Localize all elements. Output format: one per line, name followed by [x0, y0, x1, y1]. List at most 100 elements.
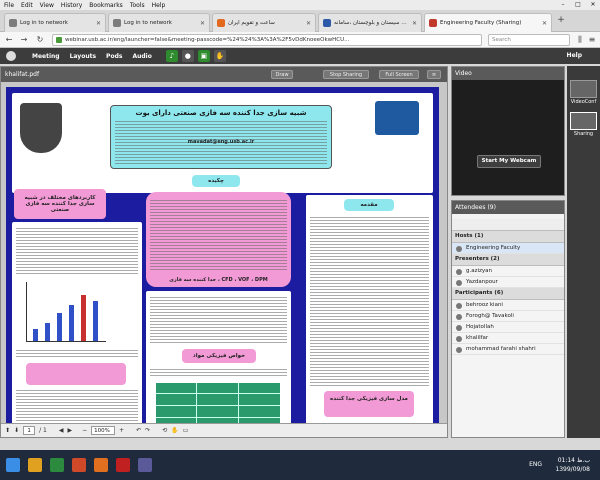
attendee-participant[interactable]: Hojatollah: [452, 322, 564, 333]
tab-label: ساعت و تقویم ایران: [228, 20, 275, 26]
hand-tool-icon[interactable]: ✋: [171, 427, 178, 434]
results-heading-box: خواص فیزیکی مواد: [182, 349, 256, 363]
poster-email: mavadat@eng.usb.ac.ir: [187, 139, 255, 145]
attendee-participant[interactable]: Forogh@ Tavakoli: [452, 311, 564, 322]
maximize-icon[interactable]: □: [571, 0, 585, 10]
menu-tools[interactable]: Tools: [130, 2, 145, 9]
globe-icon: [9, 19, 17, 27]
new-tab-plus-icon[interactable]: +: [555, 14, 567, 26]
windows-start-icon[interactable]: [6, 458, 20, 472]
file-explorer-icon[interactable]: [28, 458, 42, 472]
attendee-participant[interactable]: mohammad farahi shahri: [452, 344, 564, 355]
menu-layouts[interactable]: Layouts: [70, 53, 96, 60]
windows-taskbar: ENG 01:14 ب.ظ 1399/09/08: [0, 450, 600, 480]
fit-width-icon[interactable]: ◀: [59, 427, 64, 434]
menu-pods[interactable]: Pods: [106, 53, 122, 60]
intro-heading: مقدمه: [360, 202, 378, 208]
tab-strip: Log in to network ✕ Log in to network ✕ …: [0, 10, 600, 32]
clock-date: 1399/09/08: [555, 466, 590, 473]
menu-audio[interactable]: Audio: [132, 53, 151, 60]
layout-sharing[interactable]: Sharing: [569, 112, 598, 137]
calendar-icon: [217, 19, 225, 27]
select-tool-icon[interactable]: ▭: [183, 427, 189, 434]
next-page-icon[interactable]: ⬇: [14, 427, 19, 434]
tab-close-icon[interactable]: ✕: [200, 20, 205, 27]
full-screen-button[interactable]: Full Screen: [379, 70, 419, 79]
attendee-name: khalilfar: [466, 335, 489, 341]
address-bar[interactable]: webinar.usb.ac.ir/eng/launcher=false&mee…: [52, 34, 482, 46]
middle-column: خواص فیزیکی مواد: [146, 291, 291, 431]
app-icon[interactable]: [72, 458, 86, 472]
fit-page-icon[interactable]: ▶: [67, 427, 72, 434]
window-close-icon[interactable]: ✕: [586, 0, 600, 10]
adobe-icon[interactable]: [116, 458, 130, 472]
draw-button[interactable]: Draw: [271, 70, 293, 79]
app-icon[interactable]: [138, 458, 152, 472]
person-icon: [456, 325, 462, 331]
menu-meeting[interactable]: Meeting: [32, 53, 60, 60]
hosts-group-header[interactable]: Hosts (1): [452, 231, 564, 243]
page-number-input[interactable]: 1: [23, 426, 36, 435]
tab-close-icon[interactable]: ✕: [542, 20, 547, 27]
undo-icon[interactable]: ↶: [136, 427, 141, 434]
minimize-icon[interactable]: –: [556, 0, 570, 10]
webcam-icon[interactable]: ▣: [197, 50, 210, 62]
stop-sharing-button[interactable]: Stop Sharing: [323, 70, 369, 79]
chart-bar: [69, 305, 74, 341]
attendee-host[interactable]: Engineering Faculty: [452, 243, 564, 254]
keywords: CFD ، VOF ، DPM ، جدا کننده سه فازی: [169, 277, 268, 283]
tab-close-icon[interactable]: ✕: [306, 20, 311, 27]
back-arrow-icon[interactable]: ←: [3, 34, 15, 46]
reload-icon[interactable]: ↻: [34, 34, 46, 46]
menu-edit[interactable]: Edit: [21, 2, 33, 9]
tab-engineering-sharing[interactable]: Engineering Faculty (Sharing) ✕: [424, 13, 552, 32]
firefox-icon[interactable]: [94, 458, 108, 472]
microphone-icon[interactable]: ●: [181, 50, 194, 62]
app-icon[interactable]: [50, 458, 64, 472]
menu-history[interactable]: History: [61, 2, 82, 9]
chart-bar: [45, 323, 50, 341]
redo-icon[interactable]: ↷: [145, 427, 150, 434]
attendee-presenter[interactable]: Yazdanpour: [452, 277, 564, 288]
raise-hand-icon[interactable]: ✋: [213, 50, 226, 62]
zoom-out-icon[interactable]: −: [82, 427, 87, 434]
menu-help[interactable]: Help: [152, 2, 166, 9]
faculty-logo-icon: [375, 101, 419, 135]
participants-group-header[interactable]: Participants (6): [452, 288, 564, 300]
tab-university[interactable]: دانشگاه سیستان و بلوچستان ،سامانه ✕: [318, 13, 422, 32]
zoom-select[interactable]: 100%: [91, 426, 116, 435]
tab-login-1[interactable]: Log in to network ✕: [4, 13, 106, 32]
tab-label: Engineering Faculty (Sharing): [440, 20, 522, 26]
menu-hamburger-icon[interactable]: ≡: [586, 34, 598, 46]
page-total: / 1: [39, 427, 47, 434]
tab-calendar[interactable]: ساعت و تقویم ایران ✕: [212, 13, 316, 32]
menu-view[interactable]: View: [40, 2, 54, 9]
attendee-participant[interactable]: behrooz kiani: [452, 300, 564, 311]
attendees-pod-title: Attendees (9): [452, 201, 564, 214]
previous-page-icon[interactable]: ⬆: [5, 427, 10, 434]
layout-videoconf[interactable]: VideoConf: [569, 80, 598, 105]
person-icon: [456, 303, 462, 309]
tab-close-icon[interactable]: ✕: [96, 20, 101, 27]
language-indicator[interactable]: ENG: [529, 461, 542, 468]
zoom-in-icon[interactable]: +: [119, 427, 124, 434]
tab-login-2[interactable]: Log in to network ✕: [108, 13, 210, 32]
system-clock[interactable]: 01:14 ب.ظ 1399/09/08: [555, 456, 590, 474]
presenters-group-header[interactable]: Presenters (2): [452, 254, 564, 266]
menu-bookmarks[interactable]: Bookmarks: [89, 2, 123, 9]
search-input[interactable]: Search: [488, 34, 570, 46]
abstract-label: چکیده: [208, 178, 224, 184]
speaker-icon[interactable]: ♪: [165, 50, 178, 62]
attendee-participant[interactable]: khalilfar: [452, 333, 564, 344]
intro-heading-box: مقدمه: [344, 199, 394, 211]
tab-close-icon[interactable]: ✕: [412, 20, 417, 27]
share-document-title: khalifat.pdf: [5, 71, 40, 78]
start-webcam-button[interactable]: Start My Webcam: [477, 155, 541, 168]
attendee-presenter[interactable]: g.azizyan: [452, 266, 564, 277]
sync-icon[interactable]: ⟲: [162, 427, 167, 434]
menu-help-connect[interactable]: Help: [567, 52, 582, 59]
library-icon[interactable]: ⫼: [574, 34, 586, 46]
pod-options-icon[interactable]: ≡: [427, 70, 441, 79]
forward-arrow-icon[interactable]: →: [18, 34, 30, 46]
menu-file[interactable]: File: [4, 2, 14, 9]
